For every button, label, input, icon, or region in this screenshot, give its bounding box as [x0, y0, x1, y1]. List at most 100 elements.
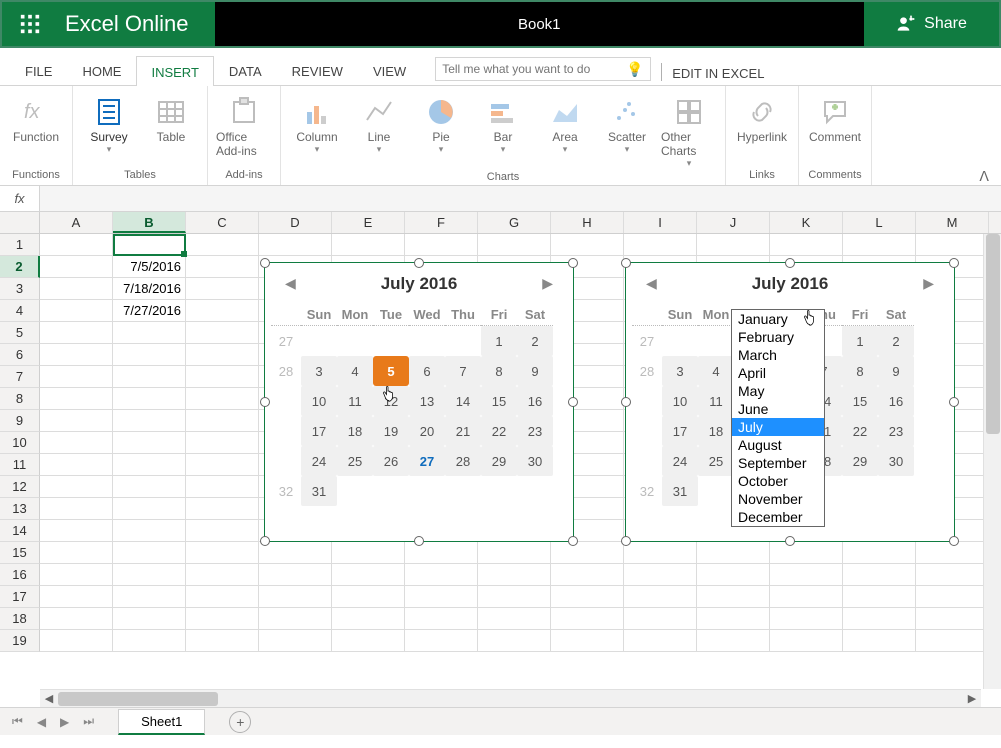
cell-C14[interactable] — [186, 520, 259, 542]
resize-handle[interactable] — [949, 536, 959, 546]
tab-view[interactable]: VIEW — [358, 55, 421, 85]
scroll-right-icon[interactable]: ▶ — [963, 692, 981, 705]
cell-H16[interactable] — [551, 564, 624, 586]
cell-D1[interactable] — [259, 234, 332, 256]
cell-B6[interactable] — [113, 344, 186, 366]
row-header-14[interactable]: 14 — [0, 520, 40, 542]
calendar-day[interactable]: 8 — [842, 356, 878, 386]
cell-G18[interactable] — [478, 608, 551, 630]
row-header-19[interactable]: 19 — [0, 630, 40, 652]
calendar-day[interactable]: 23 — [878, 416, 914, 446]
select-all-corner[interactable] — [0, 212, 40, 233]
resize-handle[interactable] — [260, 397, 270, 407]
cell-A12[interactable] — [40, 476, 113, 498]
cell-E18[interactable] — [332, 608, 405, 630]
edit-in-excel-link[interactable]: EDIT IN EXCEL — [672, 66, 764, 81]
calendar-day[interactable]: 2 — [517, 326, 553, 356]
calendar-day[interactable]: 4 — [698, 356, 734, 386]
cell-J15[interactable] — [697, 542, 770, 564]
cell-L15[interactable] — [843, 542, 916, 564]
calendar-day[interactable]: 16 — [878, 386, 914, 416]
month-option-december[interactable]: December — [732, 508, 824, 526]
resize-handle[interactable] — [260, 258, 270, 268]
cell-F16[interactable] — [405, 564, 478, 586]
calendar-day[interactable]: 12 — [373, 386, 409, 416]
cell-J1[interactable] — [697, 234, 770, 256]
cell-G17[interactable] — [478, 586, 551, 608]
cell-A15[interactable] — [40, 542, 113, 564]
cell-I1[interactable] — [624, 234, 697, 256]
cell-L16[interactable] — [843, 564, 916, 586]
calendar-day[interactable]: 11 — [337, 386, 373, 416]
cell-K1[interactable] — [770, 234, 843, 256]
cell-K15[interactable] — [770, 542, 843, 564]
resize-handle[interactable] — [621, 397, 631, 407]
calendar-day[interactable]: 9 — [878, 356, 914, 386]
calendar-day[interactable]: 17 — [301, 416, 337, 446]
month-option-july[interactable]: July — [732, 418, 824, 436]
cell-E17[interactable] — [332, 586, 405, 608]
month-dropdown[interactable]: JanuaryFebruaryMarchAprilMayJuneJulyAugu… — [731, 309, 825, 527]
calendar-day[interactable]: 30 — [517, 446, 553, 476]
cell-A14[interactable] — [40, 520, 113, 542]
calendar-day[interactable]: 29 — [842, 446, 878, 476]
cell-H15[interactable] — [551, 542, 624, 564]
resize-handle[interactable] — [414, 258, 424, 268]
calendar-day[interactable]: 10 — [301, 386, 337, 416]
calendar-day[interactable]: 30 — [878, 446, 914, 476]
sheet-nav-next-icon[interactable]: ▶ — [56, 715, 73, 729]
calendar-day[interactable]: 31 — [662, 476, 698, 506]
cell-C19[interactable] — [186, 630, 259, 652]
calendar-day[interactable]: 3 — [662, 356, 698, 386]
cell-B10[interactable] — [113, 432, 186, 454]
cell-A9[interactable] — [40, 410, 113, 432]
ribbon-survey[interactable]: Survey▾ — [81, 90, 137, 155]
cell-L18[interactable] — [843, 608, 916, 630]
cell-A5[interactable] — [40, 322, 113, 344]
col-header-G[interactable]: G — [478, 212, 551, 233]
horizontal-scrollbar[interactable]: ◀ ▶ — [40, 689, 981, 707]
cell-A19[interactable] — [40, 630, 113, 652]
sheet-nav-first-icon[interactable]: ⏮ — [8, 714, 27, 729]
row-header-8[interactable]: 8 — [0, 388, 40, 410]
cell-B19[interactable] — [113, 630, 186, 652]
row-header-10[interactable]: 10 — [0, 432, 40, 454]
resize-handle[interactable] — [621, 258, 631, 268]
cell-K19[interactable] — [770, 630, 843, 652]
col-header-F[interactable]: F — [405, 212, 478, 233]
cell-C11[interactable] — [186, 454, 259, 476]
calendar-day[interactable]: 3 — [301, 356, 337, 386]
cell-M18[interactable] — [916, 608, 989, 630]
cell-B12[interactable] — [113, 476, 186, 498]
cell-A18[interactable] — [40, 608, 113, 630]
cell-C6[interactable] — [186, 344, 259, 366]
cell-B2[interactable]: 7/5/2016 — [113, 256, 186, 278]
ribbon-line[interactable]: Line▾ — [351, 90, 407, 169]
cell-I17[interactable] — [624, 586, 697, 608]
calendar-object-2[interactable]: ◀July 2016▶SunMonTueWedThuFriSat27122834… — [625, 262, 955, 542]
ribbon-bar[interactable]: Bar▾ — [475, 90, 531, 169]
calendar-day[interactable]: 11 — [698, 386, 734, 416]
cell-C17[interactable] — [186, 586, 259, 608]
month-option-june[interactable]: June — [732, 400, 824, 418]
ribbon-table[interactable]: Table — [143, 90, 199, 155]
cell-K18[interactable] — [770, 608, 843, 630]
tab-insert[interactable]: INSERT — [136, 56, 213, 86]
cell-I18[interactable] — [624, 608, 697, 630]
cell-J17[interactable] — [697, 586, 770, 608]
col-header-E[interactable]: E — [332, 212, 405, 233]
calendar-day[interactable]: 24 — [301, 446, 337, 476]
cell-E1[interactable] — [332, 234, 405, 256]
row-header-16[interactable]: 16 — [0, 564, 40, 586]
cell-B17[interactable] — [113, 586, 186, 608]
row-header-15[interactable]: 15 — [0, 542, 40, 564]
cell-D15[interactable] — [259, 542, 332, 564]
cell-G19[interactable] — [478, 630, 551, 652]
cell-C7[interactable] — [186, 366, 259, 388]
share-button[interactable]: Share — [864, 2, 999, 46]
resize-handle[interactable] — [568, 397, 578, 407]
cell-E15[interactable] — [332, 542, 405, 564]
row-header-12[interactable]: 12 — [0, 476, 40, 498]
month-option-august[interactable]: August — [732, 436, 824, 454]
calendar-day[interactable]: 1 — [842, 326, 878, 356]
